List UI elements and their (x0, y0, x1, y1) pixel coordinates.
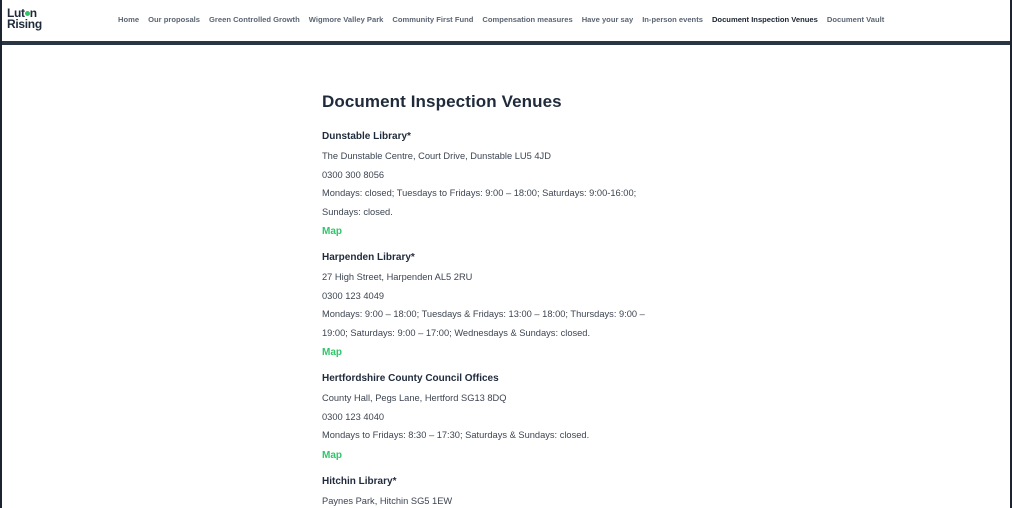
venue-phone: 0300 300 8056 (322, 169, 385, 180)
nav-item-document-inspection-venues[interactable]: Document Inspection Venues (712, 15, 818, 24)
venue-hours: Mondays: 9:00 – 18:00; Tuesdays & Friday… (322, 309, 645, 319)
venue-hours: Mondays to Fridays: 8:30 – 17:30; Saturd… (322, 430, 590, 440)
nav-item-document-vault[interactable]: Document Vault (827, 15, 884, 24)
venue-name: Harpenden Library* (322, 252, 415, 263)
nav-item-our-proposals[interactable]: Our proposals (148, 15, 200, 24)
main-nav: Home Our proposals Green Controlled Grow… (118, 15, 893, 24)
nav-item-home[interactable]: Home (118, 15, 139, 24)
page-title: Document Inspection Venues (322, 92, 562, 111)
browser-frame: Lut n Rising Home Our proposals Green Con… (0, 0, 1012, 508)
map-link[interactable]: Map (322, 224, 342, 240)
venue-address: County Hall, Pegs Lane, Hertford SG13 8D… (322, 393, 507, 403)
venue-address: 27 High Street, Harpenden AL5 2RU (322, 272, 473, 282)
map-link[interactable]: Map (322, 448, 342, 464)
venue-hitchin-library: Hitchin Library* Paynes Park, Hitchin SG… (322, 475, 722, 508)
venue-name: Hitchin Library* (322, 475, 397, 487)
nav-item-in-person-events[interactable]: In-person events (642, 15, 703, 24)
nav-item-compensation-measures[interactable]: Compensation measures (482, 15, 572, 24)
venue-name: Dunstable Library* (322, 131, 411, 142)
main-content: Document Inspection Venues Dunstable Lib… (322, 92, 722, 508)
venue-phone: 0300 123 4040 (322, 411, 385, 422)
venue-address: The Dunstable Centre, Court Drive, Dunst… (322, 151, 551, 161)
venue-phone: 0300 123 4049 (322, 290, 385, 301)
nav-item-have-your-say[interactable]: Have your say (582, 15, 634, 24)
nav-item-wigmore-valley-park[interactable]: Wigmore Valley Park (309, 15, 384, 24)
venue-hertfordshire-county-council: Hertfordshire County Council Offices Cou… (322, 372, 722, 464)
nav-item-community-first-fund[interactable]: Community First Fund (392, 15, 473, 24)
nav-item-green-controlled-growth[interactable]: Green Controlled Growth (209, 15, 300, 24)
venue-name: Hertfordshire County Council Offices (322, 373, 499, 384)
site-header: Lut n Rising Home Our proposals Green Con… (2, 0, 1010, 41)
logo-text-rising: Rising (7, 17, 42, 31)
venue-hours: Mondays: closed; Tuesdays to Fridays: 9:… (322, 188, 637, 198)
map-link[interactable]: Map (322, 345, 342, 361)
luton-rising-logo[interactable]: Lut n Rising (7, 7, 47, 31)
venue-address: Paynes Park, Hitchin SG5 1EW (322, 495, 453, 506)
venue-hours-cont: Sundays: closed. (322, 206, 393, 217)
venue-hours-cont: 19:00; Saturdays: 9:00 – 17:00; Wednesda… (322, 327, 591, 338)
venue-dunstable-library: Dunstable Library* The Dunstable Centre,… (322, 130, 722, 240)
venue-harpenden-library: Harpenden Library* 27 High Street, Harpe… (322, 251, 722, 361)
header-divider (2, 41, 1010, 45)
